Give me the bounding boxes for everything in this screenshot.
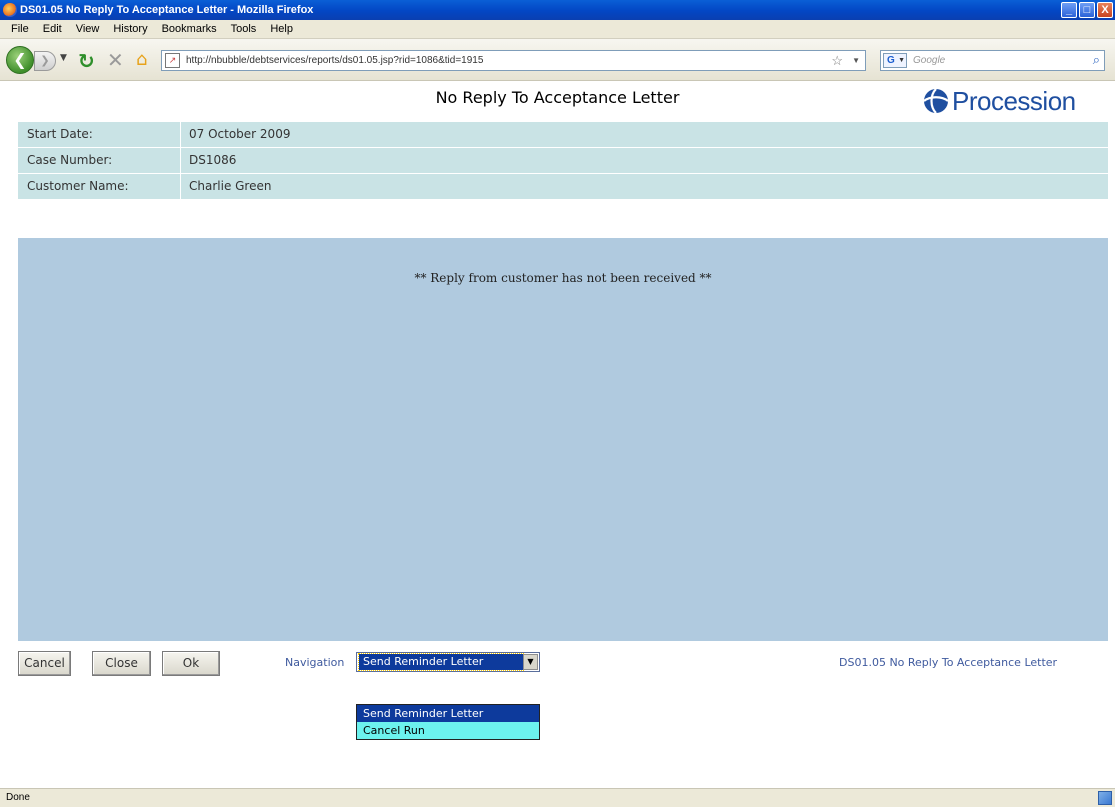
customer-name-label: Customer Name: — [27, 179, 129, 193]
search-placeholder[interactable]: Google — [913, 51, 945, 70]
close-window-button[interactable]: X — [1097, 2, 1113, 18]
search-engine-dropdown-icon: ▼ — [898, 57, 905, 64]
bookmark-star-icon[interactable]: ☆ — [831, 51, 843, 70]
customer-name-value: Charlie Green — [189, 179, 272, 193]
reload-icon[interactable]: ↻ — [78, 49, 95, 73]
stop-icon[interactable]: ✕ — [107, 48, 124, 72]
history-dropdown-icon[interactable]: ▼ — [60, 53, 67, 63]
menu-view[interactable]: View — [69, 20, 107, 39]
close-button[interactable]: Close — [92, 651, 151, 676]
url-dropdown-icon[interactable]: ▼ — [852, 51, 860, 70]
status-text: Done — [6, 792, 30, 803]
report-identifier: DS01.05 No Reply To Acceptance Letter — [839, 656, 1058, 669]
window-title: DS01.05 No Reply To Acceptance Letter - … — [20, 4, 314, 16]
menu-tools[interactable]: Tools — [224, 20, 264, 39]
case-info-table: Start Date: 07 October 2009 Case Number:… — [18, 122, 1108, 200]
search-box[interactable]: G ▼ Google ⌕ — [880, 50, 1105, 71]
status-grid-icon — [1098, 791, 1112, 805]
url-text[interactable]: http://nbubble/debtservices/reports/ds01… — [186, 51, 483, 70]
menu-file[interactable]: File — [4, 20, 36, 39]
start-date-value: 07 October 2009 — [189, 127, 291, 141]
case-number-label: Case Number: — [27, 153, 113, 167]
menu-bookmarks[interactable]: Bookmarks — [155, 20, 224, 39]
column-divider — [180, 148, 181, 174]
status-message: ** Reply from customer has not been rece… — [414, 271, 712, 285]
back-arrow-icon: ❮ — [13, 50, 27, 69]
home-icon[interactable]: ⌂ — [136, 49, 147, 70]
navigation-toolbar: ❮ ❯ ▼ ↻ ✕ ⌂ ↗ http://nbubble/debtservice… — [0, 39, 1115, 81]
minimize-button[interactable]: _ — [1061, 2, 1077, 18]
address-bar[interactable]: ↗ http://nbubble/debtservices/reports/ds… — [161, 50, 866, 71]
start-date-label: Start Date: — [27, 127, 93, 141]
navigation-label: Navigation — [285, 656, 345, 669]
page-favicon-icon: ↗ — [165, 53, 180, 68]
menu-edit[interactable]: Edit — [36, 20, 69, 39]
navigation-select[interactable]: Send Reminder Letter ▼ — [356, 652, 540, 672]
cancel-button[interactable]: Cancel — [18, 651, 71, 676]
customer-name-row: Customer Name: Charlie Green — [18, 174, 1108, 200]
case-number-row: Case Number: DS1086 — [18, 148, 1108, 174]
menu-help[interactable]: Help — [263, 20, 300, 39]
procession-logo-icon — [923, 88, 949, 114]
forward-arrow-icon: ❯ — [40, 54, 50, 67]
ok-button[interactable]: Ok — [162, 651, 220, 676]
column-divider — [180, 174, 181, 200]
search-engine-button[interactable]: G ▼ — [883, 53, 907, 68]
logo-text: Procession — [952, 85, 1076, 116]
status-bar: Done — [0, 788, 1115, 807]
menu-bar: File Edit View History Bookmarks Tools H… — [0, 20, 1115, 39]
maximize-button[interactable]: □ — [1079, 2, 1095, 18]
dropdown-option-cancel-run[interactable]: Cancel Run — [357, 722, 539, 739]
google-icon: G — [887, 55, 895, 66]
main-content-panel: ** Reply from customer has not been rece… — [18, 238, 1108, 641]
search-icon[interactable]: ⌕ — [1093, 50, 1100, 69]
procession-logo: Procession — [922, 83, 1076, 119]
dropdown-arrow-icon[interactable]: ▼ — [523, 654, 538, 670]
dropdown-option-send-reminder[interactable]: Send Reminder Letter — [357, 705, 539, 722]
window-title-bar[interactable]: DS01.05 No Reply To Acceptance Letter - … — [0, 0, 1115, 20]
window-controls: _ □ X — [1061, 2, 1113, 18]
column-divider — [180, 122, 181, 148]
forward-button[interactable]: ❯ — [34, 51, 56, 71]
firefox-icon — [3, 3, 17, 17]
back-button[interactable]: ❮ — [6, 46, 34, 74]
menu-history[interactable]: History — [106, 20, 154, 39]
start-date-row: Start Date: 07 October 2009 — [18, 122, 1108, 148]
case-number-value: DS1086 — [189, 153, 237, 167]
navigation-selected-value[interactable]: Send Reminder Letter — [358, 653, 524, 671]
navigation-dropdown-list: Send Reminder Letter Cancel Run — [356, 704, 540, 740]
